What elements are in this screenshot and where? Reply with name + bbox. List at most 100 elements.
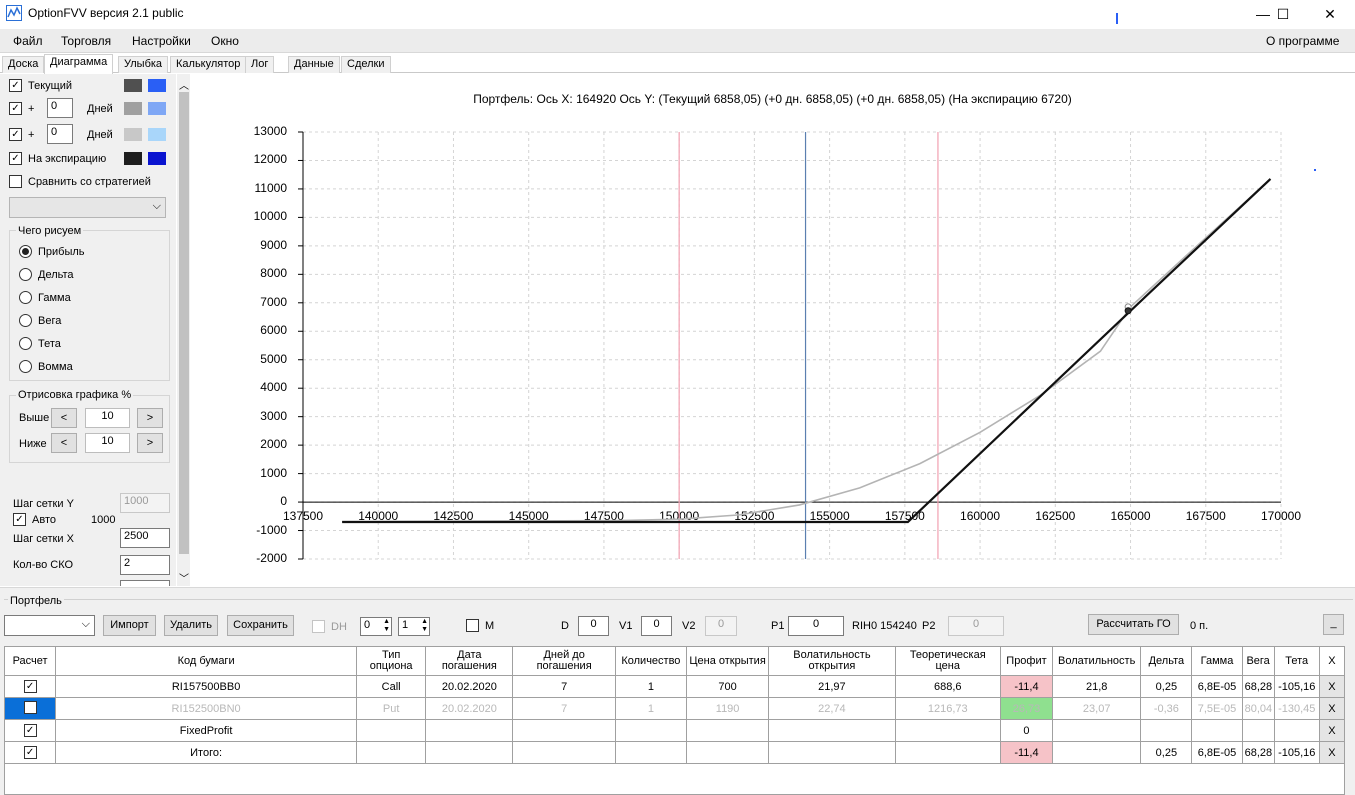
save-button[interactable]: Сохранить xyxy=(227,615,294,636)
dh-spin-2[interactable]: 1 ▲ ▼ xyxy=(398,617,430,636)
profit-cell: 26,73 xyxy=(999,697,1054,720)
dh-checkbox[interactable] xyxy=(312,620,325,633)
calc-cell[interactable]: ✓ xyxy=(3,719,57,742)
type-cell: Put xyxy=(356,697,427,720)
theta-cell: -105,16 xyxy=(1273,741,1320,764)
portfolio-divider xyxy=(4,599,1353,600)
col-x[interactable]: X xyxy=(1318,646,1346,676)
days-cell: 7 xyxy=(512,697,616,720)
date-cell xyxy=(425,741,514,764)
col-date[interactable]: Дата погашения xyxy=(425,646,514,676)
vol-cell: 23,07 xyxy=(1052,697,1142,720)
theta-cell xyxy=(1273,719,1320,742)
delta-cell: 0,25 xyxy=(1140,675,1193,698)
vol-cell: 21,8 xyxy=(1052,675,1142,698)
portfolio-select[interactable]: ⌵ xyxy=(4,615,95,636)
dh-spin-1-value: 0 xyxy=(364,619,371,631)
v2-input[interactable]: 0 xyxy=(705,616,737,636)
p1-input[interactable]: 0 xyxy=(788,616,844,636)
table-header: Расчет Код бумаги Тип опциона Дата погаш… xyxy=(3,646,1346,676)
table-row[interactable]: ✓ RI157500BB0 Call 20.02.2020 7 1 700 21… xyxy=(3,675,1346,698)
qty-cell: 1 xyxy=(614,697,687,720)
col-type[interactable]: Тип опциона xyxy=(356,646,427,676)
remove-row-button[interactable]: X xyxy=(1318,719,1346,742)
col-qty[interactable]: Количество xyxy=(614,646,687,676)
spin-arrows-icon[interactable]: ▲ ▼ xyxy=(421,618,428,634)
vol-open-cell xyxy=(768,719,896,742)
table-row-total: ✓ Итого: -11,4 0,25 6,8E-05 68,28 -105,1… xyxy=(3,741,1346,764)
theo-cell xyxy=(894,719,1001,742)
code-cell: FixedProfit xyxy=(55,719,358,742)
theta-cell: -105,16 xyxy=(1273,675,1320,698)
series-expiry-line xyxy=(342,178,1272,524)
m-checkbox[interactable] xyxy=(466,619,479,632)
p2-input[interactable]: 0 xyxy=(948,616,1004,636)
col-profit[interactable]: Профит xyxy=(999,646,1054,676)
v2-label: V2 xyxy=(682,620,696,632)
col-vega[interactable]: Вега xyxy=(1241,646,1275,676)
table-row[interactable]: RI152500BN0 Put 20.02.2020 7 1 1190 22,7… xyxy=(3,697,1346,720)
v1-input[interactable]: 0 xyxy=(641,616,672,636)
col-delta[interactable]: Дельта xyxy=(1140,646,1193,676)
code-cell: RI152500BN0 xyxy=(55,697,358,720)
col-days[interactable]: Дней до погашения xyxy=(512,646,616,676)
profit-cell: -11,4 xyxy=(999,741,1054,764)
date-cell xyxy=(425,719,514,742)
d-label: D xyxy=(561,620,569,632)
price-cell: 1190 xyxy=(685,697,770,720)
calc-cell[interactable] xyxy=(3,697,57,720)
p1-label: P1 xyxy=(771,620,785,632)
price-cell xyxy=(685,741,770,764)
gamma-cell xyxy=(1191,719,1243,742)
spin-arrows-icon[interactable]: ▲ ▼ xyxy=(383,618,390,634)
go-value: 0 п. xyxy=(1190,620,1209,632)
price-cell xyxy=(685,719,770,742)
col-vol-open[interactable]: Волатильность открытия xyxy=(768,646,896,676)
delete-button[interactable]: Удалить xyxy=(164,615,218,636)
days-cell xyxy=(512,741,616,764)
v1-label: V1 xyxy=(619,620,633,632)
col-vol[interactable]: Волатильность xyxy=(1052,646,1142,676)
calc-cell[interactable]: ✓ xyxy=(3,675,57,698)
import-button[interactable]: Импорт xyxy=(103,615,156,636)
table-row[interactable]: ✓ FixedProfit 0 X xyxy=(3,719,1346,742)
row-checkbox[interactable]: ✓ xyxy=(23,746,37,759)
collapse-button[interactable]: _ xyxy=(1323,614,1344,635)
profit-cell: -11,4 xyxy=(999,675,1054,698)
remove-row-button[interactable]: X xyxy=(1318,675,1346,698)
theo-cell: 688,6 xyxy=(894,675,1001,698)
m-label: M xyxy=(485,620,495,632)
row-checkbox[interactable]: ✓ xyxy=(23,680,37,693)
dh-spin-2-value: 1 xyxy=(402,619,409,631)
dh-spin-1[interactable]: 0 ▲ ▼ xyxy=(360,617,392,636)
col-theta[interactable]: Тета xyxy=(1273,646,1320,676)
type-cell: Call xyxy=(356,675,427,698)
type-cell xyxy=(356,719,427,742)
p2-label: P2 xyxy=(922,620,936,632)
days-cell: 7 xyxy=(512,675,616,698)
remove-row-button[interactable]: X xyxy=(1318,741,1346,764)
qty-cell: 1 xyxy=(614,675,687,698)
row-checkbox[interactable]: ✓ xyxy=(23,724,37,737)
col-calc[interactable]: Расчет xyxy=(3,646,57,676)
profit-cell[interactable]: 0 xyxy=(999,719,1054,742)
days-cell xyxy=(512,719,616,742)
calc-go-button[interactable]: Рассчитать ГО xyxy=(1088,614,1179,635)
row-checkbox[interactable] xyxy=(23,700,37,714)
col-gamma[interactable]: Гамма xyxy=(1191,646,1243,676)
vol-open-cell xyxy=(768,741,896,764)
d-input[interactable]: 0 xyxy=(578,616,609,636)
theo-cell xyxy=(894,741,1001,764)
remove-row-button[interactable]: X xyxy=(1318,697,1346,720)
vol-cell xyxy=(1052,719,1142,742)
col-price[interactable]: Цена открытия xyxy=(685,646,770,676)
col-code[interactable]: Код бумаги xyxy=(55,646,358,676)
qty-cell xyxy=(614,719,687,742)
gamma-cell: 6,8E-05 xyxy=(1191,741,1243,764)
col-theo[interactable]: Теоретическая цена xyxy=(894,646,1001,676)
code-cell: Итого: xyxy=(55,741,358,764)
date-cell: 20.02.2020 xyxy=(425,697,514,720)
calc-cell[interactable]: ✓ xyxy=(3,741,57,764)
type-cell xyxy=(356,741,427,764)
price-cell: 700 xyxy=(685,675,770,698)
